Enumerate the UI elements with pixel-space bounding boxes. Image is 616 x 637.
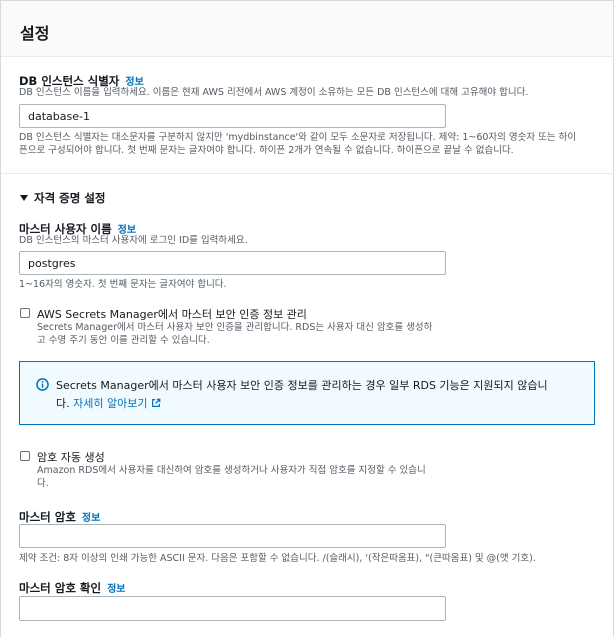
alert-text: Secrets Manager에서 마스터 사용자 보안 인증 정보를 관리하는… — [56, 379, 548, 392]
caret-down-icon — [20, 195, 28, 201]
db-identifier-description: DB 인스턴스 이름을 입력하세요. 이름은 현재 AWS 리전에서 AWS 계… — [19, 87, 529, 98]
secrets-manager-label[interactable]: AWS Secrets Manager에서 마스터 보안 인증 정보 관리 — [37, 306, 307, 322]
auto-password-label[interactable]: 암호 자동 생성 — [37, 449, 105, 465]
credentials-section-toggle[interactable]: 자격 증명 설정 — [19, 190, 106, 206]
master-password-label-row: 마스터 암호 정보 — [19, 506, 100, 525]
master-username-constraint: 1~16자의 영숫자. 첫 번째 문자는 글자여야 합니다. — [19, 279, 227, 290]
master-password-label: 마스터 암호 — [19, 510, 76, 524]
master-password-info-link[interactable]: 정보 — [82, 513, 100, 524]
auto-password-desc-line2: 다. — [37, 478, 49, 489]
master-username-description: DB 인스턴스의 마스터 사용자에 로그인 ID를 입력하세요. — [19, 235, 248, 246]
secrets-manager-desc-line2: 고 수명 주기 동안 이를 관리할 수 있습니다. — [37, 335, 210, 346]
confirm-password-label: 마스터 암호 확인 — [19, 581, 102, 595]
db-identifier-input[interactable]: database-1 — [19, 104, 446, 128]
auto-password-desc-line1: Amazon RDS에서 사용자를 대신하여 암호를 생성하거나 사용자가 직접… — [37, 465, 426, 476]
learn-more-link[interactable]: 자세히 알아보기 — [73, 397, 147, 410]
confirm-password-label-row: 마스터 암호 확인 정보 — [19, 577, 125, 596]
alert-message: Secrets Manager에서 마스터 사용자 보안 인증 정보를 관리하는… — [56, 377, 586, 413]
info-circle-icon — [36, 378, 49, 391]
db-identifier-constraint-line1: DB 인스턴스 식별자는 대소문자를 구분하지 않지만 'mydbinstanc… — [19, 132, 577, 143]
db-identifier-constraint-line2: 픈으로 구성되어야 합니다. 첫 번째 문자는 글자여야 합니다. 하이픈 2개… — [19, 145, 514, 156]
secrets-manager-desc-line1: Secrets Manager에서 마스터 사용자 보안 인증을 관리합니다. … — [37, 322, 433, 333]
master-username-input[interactable]: postgres — [19, 251, 446, 275]
secrets-manager-info-alert: Secrets Manager에서 마스터 사용자 보안 인증 정보를 관리하는… — [19, 361, 595, 425]
master-password-input[interactable] — [19, 524, 446, 548]
credentials-section-title: 자격 증명 설정 — [34, 191, 106, 205]
external-link-icon[interactable] — [151, 398, 161, 408]
secrets-manager-checkbox[interactable] — [20, 308, 30, 318]
panel-header: 설정 — [1, 1, 613, 57]
confirm-password-input[interactable] — [19, 596, 446, 621]
alert-text-end: 다. — [56, 397, 70, 410]
section-divider — [1, 173, 613, 174]
auto-password-checkbox[interactable] — [20, 451, 30, 461]
master-password-constraint: 제약 조건: 8자 이상의 인쇄 가능한 ASCII 문자. 다음은 포함할 수… — [19, 553, 536, 564]
page-title: 설정 — [20, 24, 50, 43]
confirm-password-info-link[interactable]: 정보 — [107, 584, 125, 595]
